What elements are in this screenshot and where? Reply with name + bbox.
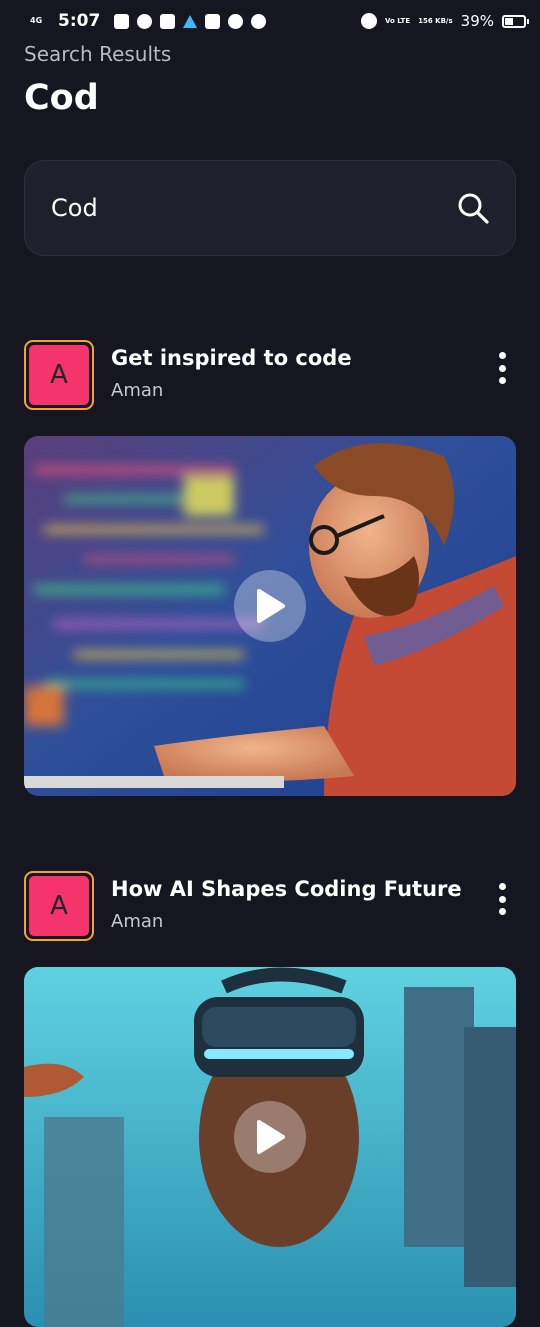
card-author[interactable]: Aman — [111, 380, 163, 401]
card-header: A Get inspired to code Aman — [24, 340, 516, 410]
avatar[interactable]: A — [24, 871, 94, 941]
more-options-button[interactable] — [494, 883, 510, 915]
network-indicator: 4G — [30, 16, 43, 25]
alert-app-icon — [183, 14, 198, 28]
more-options-button[interactable] — [494, 352, 510, 384]
search-icon — [458, 193, 489, 224]
mail-app-icon — [114, 13, 130, 29]
play-icon — [257, 589, 285, 623]
card-title[interactable]: How AI Shapes Coding Future — [111, 877, 462, 901]
card-title[interactable]: Get inspired to code — [111, 346, 352, 370]
more-vertical-icon — [498, 352, 506, 359]
avatar-letter: A — [29, 876, 89, 936]
video-thumbnail[interactable] — [24, 436, 516, 796]
avatar[interactable]: A — [24, 340, 94, 410]
page-title: Cod — [24, 78, 99, 118]
play-button[interactable] — [234, 1101, 306, 1173]
image-app-icon — [160, 13, 176, 29]
status-time: 5:07 — [58, 11, 101, 31]
youtube-icon — [205, 13, 221, 29]
result-card[interactable]: A Get inspired to code Aman — [24, 340, 516, 796]
battery-icon — [502, 14, 529, 28]
page-subtitle: Search Results — [24, 42, 172, 66]
network-speed: 156 KB/s — [418, 17, 453, 25]
whatsapp-icon — [251, 13, 267, 29]
play-icon — [257, 1120, 285, 1154]
battery-percent: 39% — [460, 12, 494, 30]
video-thumbnail[interactable] — [24, 967, 516, 1327]
search-input[interactable] — [51, 194, 455, 222]
card-author[interactable]: Aman — [111, 911, 163, 932]
app-notification-icon — [137, 13, 153, 29]
search-bar — [24, 160, 516, 256]
card-header: A How AI Shapes Coding Future Aman — [24, 871, 516, 941]
search-button[interactable] — [455, 190, 491, 226]
play-button[interactable] — [234, 570, 306, 642]
more-vertical-icon — [498, 883, 506, 890]
result-card[interactable]: A How AI Shapes Coding Future Aman — [24, 871, 516, 1327]
app-badge-icon — [228, 13, 244, 29]
status-bar: 4G 5:07 Vo LTE 156 KB/s 39% — [0, 0, 540, 42]
battery-level — [505, 17, 513, 25]
alarm-icon — [360, 13, 377, 29]
volte-indicator: Vo LTE — [384, 17, 411, 25]
avatar-letter: A — [29, 345, 89, 405]
